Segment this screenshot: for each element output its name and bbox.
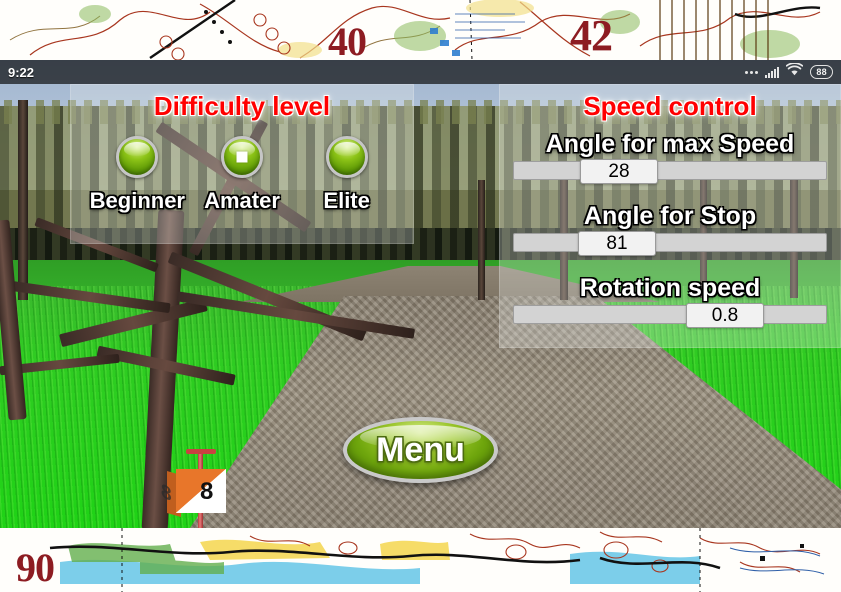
difficulty-label-beginner: Beginner — [89, 188, 185, 213]
difficulty-label-elite: Elite — [323, 188, 370, 213]
map-contours-top — [9, 0, 821, 60]
slider-handle-stop-angle[interactable]: 81 — [578, 231, 656, 256]
slider-label-stop-angle: Angle for Stop — [583, 202, 757, 230]
map-number-90: 90 — [16, 545, 55, 590]
status-icon-group: 88 — [745, 62, 833, 81]
difficulty-panel: Difficulty level Beginner Amater Elite — [70, 84, 414, 244]
difficulty-panel-title: Difficulty level — [153, 91, 331, 121]
slider-group-max-speed: Angle for max Speed 28 — [500, 130, 840, 184]
flag-box: 8 8 — [161, 469, 226, 518]
pine-trunk — [18, 100, 28, 300]
slider-track-max-speed[interactable]: 28 — [513, 159, 827, 184]
status-clock: 9:22 — [8, 64, 35, 80]
map-number-40: 40 — [328, 19, 367, 60]
more-dots-icon — [745, 70, 759, 74]
slider-handle-rotation-speed[interactable]: 0.8 — [686, 303, 764, 328]
speed-control-panel: Speed control Angle for max Speed 28 Ang… — [499, 84, 841, 348]
flag-number: 8 — [200, 478, 214, 505]
radio-button-amater[interactable] — [220, 136, 263, 178]
radio-selected-indicator — [236, 151, 248, 163]
orienteering-control-flag: 8 8 — [161, 445, 232, 528]
radio-button-beginner[interactable] — [116, 136, 159, 178]
slider-track-rotation-speed[interactable]: 0.8 — [513, 303, 827, 328]
app-screen: 40 42 8 8 9:22 88 Difficulty level Begin… — [0, 0, 841, 592]
wifi-icon — [786, 62, 804, 81]
map-border-top: 40 42 — [0, 0, 841, 60]
slider-handle-max-speed[interactable]: 28 — [580, 159, 658, 184]
slider-label-rotation-speed: Rotation speed — [579, 274, 761, 302]
map-number-42: 42 — [570, 11, 613, 60]
difficulty-label-amater: Amater — [204, 188, 280, 213]
flag-pole-top — [186, 449, 216, 454]
difficulty-radio-group: Beginner Amater Elite — [71, 136, 413, 214]
menu-button[interactable]: Menu — [343, 417, 498, 483]
battery-icon: 88 — [810, 65, 833, 79]
signal-bars-icon — [765, 66, 780, 78]
map-contours-bottom — [49, 528, 825, 592]
difficulty-option-amater[interactable]: Amater — [192, 136, 292, 214]
pine-trunk — [478, 180, 485, 300]
speed-panel-title: Speed control — [583, 91, 757, 121]
slider-track-stop-angle[interactable]: 81 — [513, 231, 827, 256]
map-border-bottom: 90 — [0, 528, 841, 592]
difficulty-option-elite[interactable]: Elite — [297, 136, 397, 214]
status-bar: 9:22 88 — [0, 60, 841, 84]
slider-label-max-speed: Angle for max Speed — [545, 130, 795, 158]
menu-button-label: Menu — [376, 430, 465, 469]
difficulty-option-beginner[interactable]: Beginner — [87, 136, 187, 214]
radio-button-elite[interactable] — [325, 136, 368, 178]
slider-group-stop-angle: Angle for Stop 81 — [500, 202, 840, 256]
slider-group-rotation-speed: Rotation speed 0.8 — [500, 274, 840, 328]
